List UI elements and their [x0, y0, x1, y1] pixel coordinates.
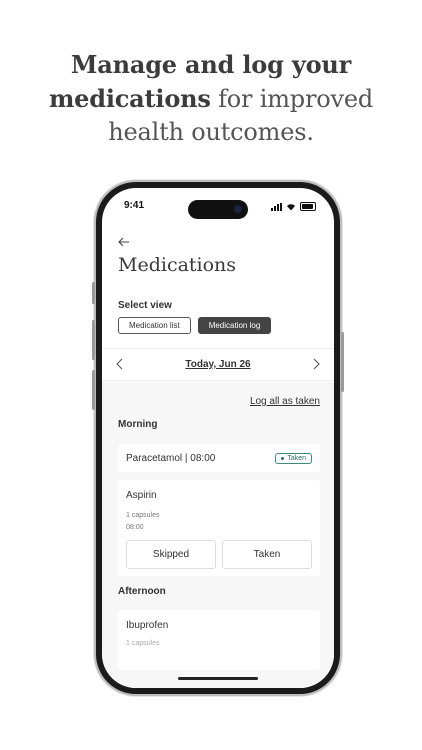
- section-morning-title: Morning: [118, 419, 158, 430]
- wifi-icon: [287, 203, 295, 210]
- medication-log-tab[interactable]: Medication log: [197, 317, 272, 334]
- medication-log-content: Log all as taken Morning Paracetamol | 0…: [102, 382, 334, 688]
- status-icons: [271, 202, 316, 211]
- medication-list-tab[interactable]: Medication list: [118, 317, 191, 334]
- medication-actions: Skipped Taken: [126, 540, 312, 569]
- taken-button[interactable]: Taken: [222, 540, 312, 569]
- medication-card-pending: Aspirin 1 capsules 08:00 Skipped Taken: [118, 480, 320, 576]
- skipped-button[interactable]: Skipped: [126, 540, 216, 569]
- phone-side-button: [92, 282, 95, 304]
- medication-name: Paracetamol | 08:00: [126, 452, 216, 464]
- select-view-label: Select view: [118, 300, 172, 311]
- medication-time: 08:00: [126, 524, 144, 531]
- log-all-taken-link[interactable]: Log all as taken: [250, 396, 320, 407]
- current-date[interactable]: Today, Jun 26: [185, 359, 250, 370]
- medication-card-taken[interactable]: Paracetamol | 08:00 Taken: [118, 444, 320, 472]
- phone-screen: 9:41 Medications Select view Medication …: [102, 188, 334, 688]
- medication-card-afternoon[interactable]: Ibuprofen 1 capsules: [118, 610, 320, 670]
- promo-headline: Manage and log your medications for impr…: [0, 48, 422, 149]
- dynamic-island: [188, 200, 248, 219]
- chevron-right-icon[interactable]: [312, 357, 320, 373]
- date-navigator: Today, Jun 26: [102, 348, 334, 381]
- arrow-left-icon[interactable]: [118, 234, 130, 250]
- status-time: 9:41: [124, 200, 145, 211]
- chevron-left-icon[interactable]: [116, 357, 124, 373]
- status-badge: Taken: [275, 452, 312, 464]
- dot-icon: [281, 456, 285, 460]
- headline-line-3: health outcomes.: [108, 118, 314, 146]
- headline-line-2: for improved: [210, 85, 373, 113]
- battery-icon: [300, 202, 316, 211]
- status-badge-label: Taken: [287, 454, 306, 462]
- headline-emphasis: medications: [48, 84, 211, 113]
- home-indicator[interactable]: [178, 677, 258, 680]
- medication-dose: 1 capsules: [126, 640, 160, 647]
- headline-line-1: Manage and log your: [70, 50, 352, 79]
- phone-frame: 9:41 Medications Select view Medication …: [92, 182, 344, 694]
- phone-side-button: [92, 320, 95, 360]
- signal-icon: [271, 202, 282, 211]
- phone-side-button: [341, 332, 344, 392]
- medication-name: Aspirin: [126, 490, 157, 501]
- medication-name: Ibuprofen: [126, 620, 169, 631]
- section-afternoon-title: Afternoon: [118, 586, 166, 597]
- view-toggle: Medication list Medication log: [118, 317, 272, 334]
- phone-side-button: [92, 370, 95, 410]
- camera-icon: [234, 205, 242, 213]
- page-title: Medications: [118, 254, 237, 276]
- medication-dose: 1 capsules: [126, 512, 160, 519]
